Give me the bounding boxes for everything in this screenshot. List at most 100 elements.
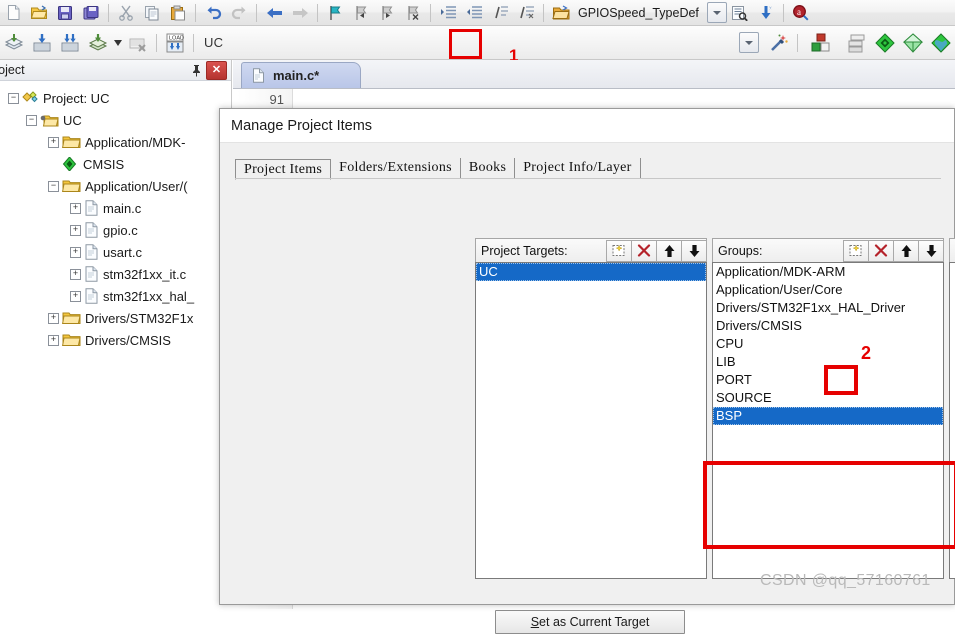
new-group-button[interactable] [843,239,869,262]
toolbar-separator [543,3,544,22]
redo-icon[interactable] [226,2,252,24]
tree-item-cmsis[interactable]: CMSIS [4,153,231,175]
manage-multi-project-icon[interactable] [843,29,871,57]
expander-icon[interactable]: + [48,312,59,324]
tree-label: main.c [103,200,142,216]
save-icon[interactable] [52,2,78,24]
symbol-combo[interactable]: GPIOSpeed_TypeDef [574,3,703,23]
cut-icon[interactable] [113,2,139,24]
expander-icon[interactable]: − [48,180,59,192]
file-icon [85,266,98,282]
close-icon[interactable]: ✕ [206,60,227,80]
uncomment-icon[interactable] [513,2,539,24]
tab-folders-extensions[interactable]: Folders/Extensions [331,158,461,179]
target-select-chevron-down-icon[interactable] [739,32,759,53]
indent-right-icon[interactable] [435,2,461,24]
toolbar-separator [195,3,196,22]
list-item[interactable]: CPU [713,335,943,353]
tree-item-group-hal-driver[interactable]: + Drivers/STM32F1x [4,307,231,329]
manage-project-items-icon[interactable] [807,29,835,57]
pack-installer-icon[interactable] [871,29,899,57]
tree-item-project[interactable]: − Project: UC [4,87,231,109]
batch-build-icon[interactable] [84,29,112,57]
rebuild-icon[interactable] [56,29,84,57]
find-in-files-icon[interactable] [727,2,753,24]
expander-icon[interactable]: − [8,92,19,104]
tab-label: main.c* [273,68,320,83]
target-select-value[interactable]: UC [198,35,223,50]
undo-icon[interactable] [200,2,226,24]
navigate-back-icon[interactable] [261,2,287,24]
expander-icon[interactable]: − [26,114,37,126]
symbol-combo-chevron-down-icon[interactable] [706,2,727,23]
tree-item-group-drivers-cmsis[interactable]: + Drivers/CMSIS [4,329,231,351]
pin-icon[interactable] [186,61,206,80]
tab-main-c[interactable]: main.c* [241,62,361,88]
cmsis-icon [62,157,77,171]
comment-icon[interactable] [487,2,513,24]
target-folder-icon [40,115,59,126]
tree-item-group-mdk-arm[interactable]: + Application/MDK- [4,131,231,153]
save-all-icon[interactable] [78,2,104,24]
delete-group-button[interactable] [868,239,894,262]
tab-project-info-layer[interactable]: Project Info/Layer [515,158,641,179]
move-group-up-button[interactable] [893,239,919,262]
project-panel: roject ✕ − Project: UC − UC + Applicatio… [0,60,232,605]
translate-icon[interactable] [0,29,28,57]
insert-include-icon[interactable] [753,2,779,24]
download-icon[interactable]: LOAD [161,29,189,57]
pack-manage-icon[interactable] [927,29,955,57]
bookmark-next-icon[interactable] [374,2,400,24]
tree-item-group-user-core[interactable]: − Application/User/( [4,175,231,197]
open-file-browse-icon[interactable] [548,2,574,24]
file-icon [85,244,98,260]
expander-icon[interactable]: + [48,334,59,346]
indent-left-icon[interactable] [461,2,487,24]
list-item[interactable]: BSP [713,407,943,425]
dialog-titlebar[interactable]: Manage Project Items [220,109,954,143]
open-file-icon[interactable] [26,2,52,24]
bookmark-toggle-icon[interactable] [322,2,348,24]
tree-item-stm32f1xx-it-c[interactable]: + stm32f1xx_it.c [4,263,231,285]
tab-books[interactable]: Books [461,158,516,179]
list-item[interactable]: Drivers/CMSIS [713,317,943,335]
list-item[interactable]: Application/User/Core [713,281,943,299]
project-targets-list[interactable]: UC [475,262,707,579]
list-item[interactable]: Drivers/STM32F1xx_HAL_Driver [713,299,943,317]
run-time-environment-icon[interactable] [899,29,927,57]
batch-build-chevron-down-icon[interactable] [112,29,124,57]
navigate-forward-icon[interactable] [287,2,313,24]
groups-header: Groups: [712,238,944,262]
new-file-icon[interactable] [0,2,26,24]
list-item[interactable]: UC [476,263,706,281]
build-icon[interactable] [28,29,56,57]
delete-target-button[interactable] [631,239,657,262]
bookmark-prev-icon[interactable] [348,2,374,24]
expander-icon[interactable]: + [70,202,81,214]
project-targets-header: Project Targets: [475,238,707,262]
move-target-up-button[interactable] [656,239,682,262]
tree-item-stm32f1xx-hal-c[interactable]: + stm32f1xx_hal_ [4,285,231,307]
new-target-button[interactable] [606,239,632,262]
copy-icon[interactable] [139,2,165,24]
expander-icon[interactable]: + [48,136,59,148]
move-target-down-button[interactable] [681,239,707,262]
new-item-icon [612,244,625,256]
tree-item-main-c[interactable]: + main.c [4,197,231,219]
list-item[interactable]: Application/MDK-ARM [713,263,943,281]
tree-item-gpio-c[interactable]: + gpio.c [4,219,231,241]
target-options-wizard-icon[interactable] [765,29,793,57]
stop-build-icon[interactable] [124,29,152,57]
paste-icon[interactable] [165,2,191,24]
bookmark-clear-icon[interactable] [400,2,426,24]
expander-icon[interactable]: + [70,246,81,258]
expander-icon[interactable]: + [70,268,81,280]
expander-icon[interactable]: + [70,290,81,302]
tab-project-items[interactable]: Project Items [235,159,332,180]
find-icon[interactable]: a [788,2,814,24]
set-as-current-target-button[interactable]: Set as Current Target [495,610,685,634]
tree-item-usart-c[interactable]: + usart.c [4,241,231,263]
expander-icon[interactable]: + [70,224,81,236]
move-group-down-button[interactable] [918,239,944,262]
tree-item-target[interactable]: − UC [4,109,231,131]
